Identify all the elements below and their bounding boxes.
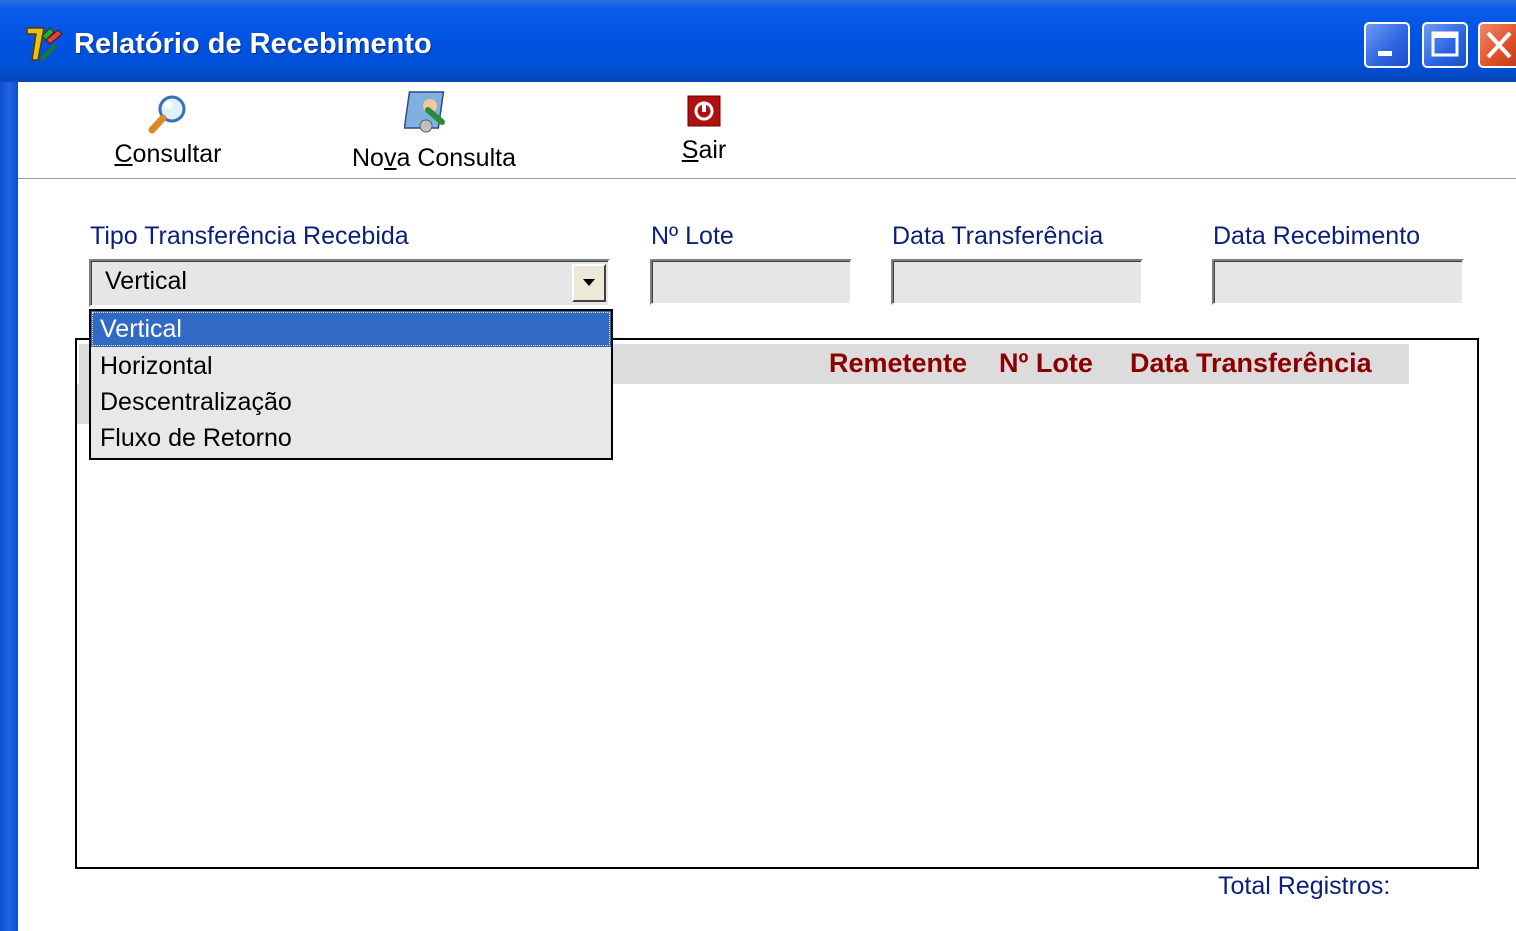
dropdown-option-label: Horizontal — [100, 352, 213, 380]
combo-dropdown-button[interactable] — [572, 264, 606, 302]
total-registros-label: Total Registros: — [1218, 872, 1391, 900]
window-frame-left — [0, 82, 18, 931]
maximize-button[interactable] — [1422, 22, 1468, 68]
dropdown-option-descentralizacao[interactable]: Descentralização — [91, 384, 611, 420]
sair-mnemonic: S — [681, 136, 699, 164]
lote-label: Nº Lote — [651, 222, 734, 250]
data-recebimento-field[interactable] — [1212, 259, 1464, 305]
nova-consulta-button[interactable]: Nova Consulta — [336, 88, 532, 173]
tipo-transferencia-combo[interactable]: Vertical — [89, 259, 610, 307]
dropdown-arrow-icon — [583, 279, 595, 286]
maximize-icon — [1431, 31, 1459, 57]
close-icon — [1486, 31, 1512, 59]
dropdown-option-label: Vertical — [100, 315, 182, 343]
lote-field[interactable] — [650, 259, 852, 305]
window-title: Relatório de Recebimento — [74, 28, 432, 60]
data-transferencia-field[interactable] — [891, 259, 1143, 305]
nova-consulta-label-post: a Consulta — [396, 144, 516, 172]
tipo-transferencia-label: Tipo Transferência Recebida — [90, 222, 409, 250]
grid-column-remetente[interactable]: Remetente — [829, 348, 967, 379]
dropdown-option-label: Fluxo de Retorno — [100, 424, 292, 452]
grid-column-lote[interactable]: Nº Lote — [999, 348, 1093, 379]
power-icon — [687, 95, 721, 127]
dropdown-option-horizontal[interactable]: Horizontal — [91, 348, 611, 384]
new-search-icon — [404, 91, 445, 133]
sair-label: air — [698, 136, 727, 164]
toolbar-separator-highlight — [18, 179, 1516, 180]
nova-consulta-mnemonic: v — [383, 144, 397, 172]
tipo-transferencia-value: Vertical — [105, 267, 187, 295]
minimize-button[interactable] — [1364, 22, 1410, 68]
close-button[interactable] — [1478, 22, 1516, 68]
consultar-label: onsultar — [132, 140, 222, 168]
dropdown-option-fluxo-de-retorno[interactable]: Fluxo de Retorno — [91, 420, 611, 456]
magnifier-icon — [148, 95, 186, 134]
nova-consulta-label-pre: No — [352, 144, 384, 172]
data-recebimento-label: Data Recebimento — [1213, 222, 1421, 250]
consultar-button[interactable]: Consultar — [108, 92, 228, 169]
dropdown-option-vertical[interactable]: Vertical — [91, 311, 611, 347]
tipo-transferencia-dropdown-list[interactable]: Vertical Horizontal Descentralização Flu… — [89, 309, 613, 460]
grid-column-data-transferencia[interactable]: Data Transferência — [1130, 348, 1372, 379]
data-transferencia-label: Data Transferência — [892, 222, 1104, 250]
sair-button[interactable]: Sair — [664, 94, 744, 165]
app-icon[interactable] — [24, 24, 70, 64]
dropdown-option-label: Descentralização — [100, 388, 292, 416]
consultar-mnemonic: C — [114, 140, 133, 168]
minimize-icon — [1378, 51, 1392, 56]
